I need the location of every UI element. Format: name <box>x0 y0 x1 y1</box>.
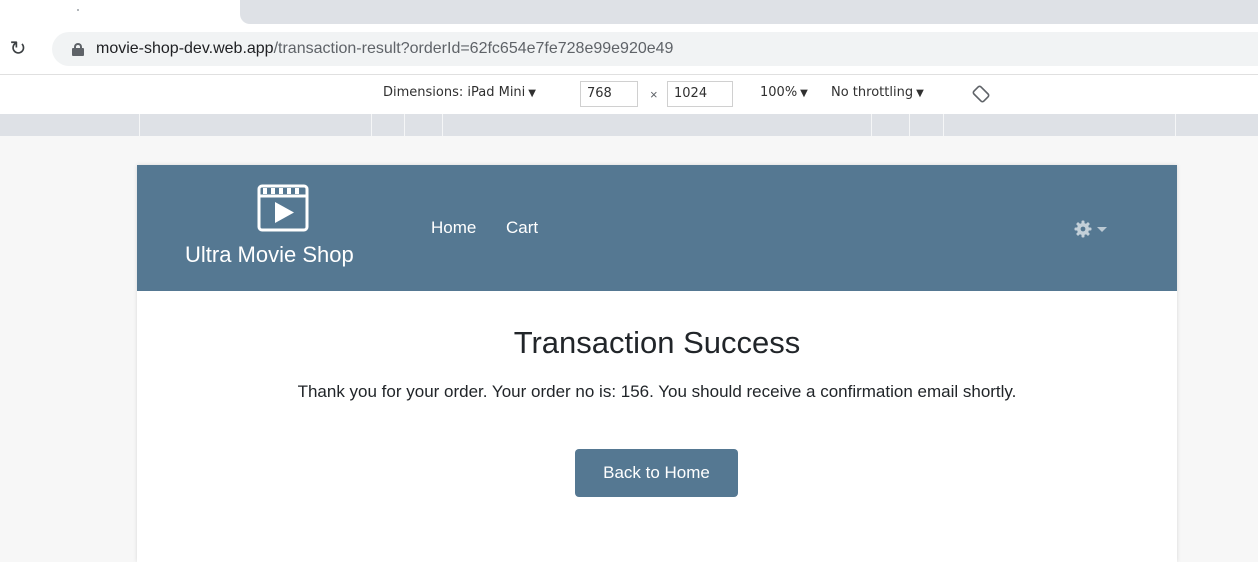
media-query-divider <box>943 114 944 136</box>
url-host: movie-shop-dev.web.app <box>96 40 274 57</box>
tab-strip-dot <box>77 9 79 11</box>
url-field[interactable]: movie-shop-dev.web.app/transaction-resul… <box>52 32 1258 66</box>
address-bar-row: ↻ movie-shop-dev.web.app/transaction-res… <box>0 28 1258 72</box>
app-navbar: Ultra Movie Shop Home Cart <box>137 165 1177 291</box>
zoom-dropdown[interactable]: 100% ▼ <box>760 85 808 100</box>
chevron-down-icon: ▼ <box>916 88 924 99</box>
reload-icon[interactable]: ↻ <box>6 37 30 61</box>
page-title: Transaction Success <box>513 325 801 360</box>
media-query-divider <box>442 114 443 136</box>
gear-icon <box>1074 220 1092 238</box>
media-query-divider <box>371 114 372 136</box>
zoom-label: 100% <box>760 85 798 100</box>
chevron-down-icon: ▼ <box>528 88 536 99</box>
rotate-icon[interactable] <box>972 85 990 103</box>
lock-icon[interactable] <box>72 43 84 56</box>
times-icon: × <box>650 87 658 102</box>
height-input[interactable]: 1024 <box>667 81 733 107</box>
caret-down-icon <box>1097 227 1107 232</box>
settings-dropdown[interactable] <box>1073 219 1113 239</box>
brand-link[interactable]: Ultra Movie Shop <box>185 182 381 270</box>
confirmation-message: Thank you for your order. Your order no … <box>297 382 1017 401</box>
browser-tab-strip <box>0 0 1258 28</box>
media-query-divider <box>909 114 910 136</box>
media-query-divider <box>1175 114 1176 136</box>
nav-cart-link[interactable]: Cart <box>506 218 538 238</box>
chevron-down-icon: ▼ <box>800 88 808 99</box>
media-query-divider <box>139 114 140 136</box>
dimensions-dropdown[interactable]: Dimensions: iPad Mini ▼ <box>383 85 536 100</box>
tab-rail[interactable] <box>240 0 1258 24</box>
media-query-divider <box>871 114 872 136</box>
url-path: /transaction-result?orderId=62fc654e7fe7… <box>273 40 674 57</box>
back-to-home-button[interactable]: Back to Home <box>575 449 738 497</box>
dimensions-label: Dimensions: iPad Mini <box>383 85 526 100</box>
nav-home-link[interactable]: Home <box>431 218 476 238</box>
device-viewport: Ultra Movie Shop Home Cart Transaction S… <box>0 136 1258 562</box>
device-toolbar: Dimensions: iPad Mini ▼ 768 × 1024 100% ▼ … <box>0 74 1258 114</box>
brand-name: Ultra Movie Shop <box>185 242 354 267</box>
width-input[interactable]: 768 <box>580 81 638 107</box>
url-text[interactable]: movie-shop-dev.web.app/transaction-resul… <box>96 40 673 58</box>
media-query-bar[interactable] <box>0 114 1258 136</box>
clapperboard-icon <box>257 184 309 232</box>
app-page: Ultra Movie Shop Home Cart Transaction S… <box>137 165 1177 562</box>
throttling-dropdown[interactable]: No throttling ▼ <box>831 85 924 100</box>
throttling-label: No throttling <box>831 85 914 100</box>
transaction-result: Transaction Success Thank you for your o… <box>137 291 1177 562</box>
media-query-divider <box>404 114 405 136</box>
